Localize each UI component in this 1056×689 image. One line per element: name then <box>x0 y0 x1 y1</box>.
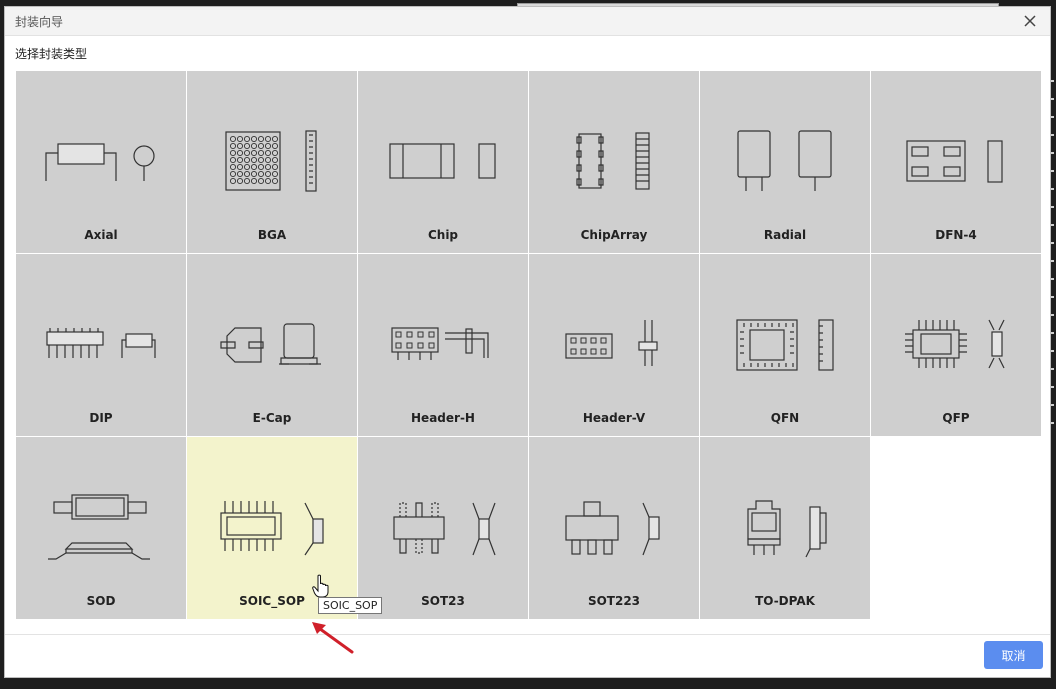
dialog-titlebar: 封装向导 <box>5 7 1050 36</box>
chiparray-package-icon <box>576 132 650 190</box>
package-card-ecap[interactable]: E-Cap <box>187 254 357 436</box>
package-label: BGA <box>257 228 287 242</box>
package-card-qfn[interactable]: QFN <box>700 254 870 436</box>
package-label: DIP <box>89 411 113 425</box>
radial-package-icon <box>737 130 832 191</box>
package-card-header-h[interactable]: Header-H <box>358 254 528 436</box>
package-card-sod[interactable]: SOD <box>16 437 186 619</box>
sot223-package-icon <box>565 501 660 556</box>
package-wizard-dialog: 封装向导 选择封装类型 Axial BGA Chip ChipArray Rad… <box>4 6 1051 678</box>
axial-package-icon <box>45 143 155 181</box>
package-card-bga[interactable]: BGA <box>187 71 357 253</box>
close-icon[interactable] <box>1020 11 1040 31</box>
package-card-chiparray[interactable]: ChipArray <box>529 71 699 253</box>
dfn4-package-icon <box>906 140 1003 183</box>
package-card-soic-sop[interactable]: SOIC_SOP <box>187 437 357 619</box>
package-label: Header-V <box>582 411 646 425</box>
package-card-dip[interactable]: DIP <box>16 254 186 436</box>
hand-pointer-cursor-icon <box>312 574 329 598</box>
package-card-radial[interactable]: Radial <box>700 71 870 253</box>
package-label: DFN-4 <box>935 228 977 242</box>
dialog-subtitle: 选择封装类型 <box>15 47 88 61</box>
bga-package-icon <box>225 130 317 192</box>
package-card-chip[interactable]: Chip <box>358 71 528 253</box>
package-label: SOT23 <box>421 594 465 608</box>
package-card-header-v[interactable]: Header-V <box>529 254 699 436</box>
package-card-to-dpak[interactable]: TO-DPAK <box>700 437 870 619</box>
footer-divider <box>5 634 1050 635</box>
package-label: Header-H <box>411 411 475 425</box>
package-label: Radial <box>763 228 807 242</box>
package-card-axial[interactable]: Axial <box>16 71 186 253</box>
package-label: Axial <box>84 228 118 242</box>
package-label: QFP <box>942 411 970 425</box>
cancel-button[interactable]: 取消 <box>984 641 1043 669</box>
tooltip: SOIC_SOP <box>318 597 383 614</box>
package-label: SOT223 <box>587 594 641 608</box>
package-card-sot23[interactable]: SOT23 <box>358 437 528 619</box>
dip-package-icon <box>46 328 156 358</box>
package-label: E-Cap <box>252 411 292 425</box>
qfp-package-icon <box>905 319 1005 369</box>
sot23-package-icon <box>393 502 496 556</box>
package-label: TO-DPAK <box>755 594 815 608</box>
ecap-package-icon <box>220 323 321 365</box>
package-label: QFN <box>770 411 800 425</box>
to-dpak-package-icon <box>747 500 827 558</box>
dialog-title: 封装向导 <box>15 15 64 29</box>
header-h-package-icon <box>391 327 489 360</box>
header-v-package-icon <box>565 320 658 366</box>
qfn-package-icon <box>736 319 834 371</box>
chip-package-icon <box>389 143 496 179</box>
red-arrow-icon <box>312 622 354 654</box>
package-label: SOD <box>86 594 116 608</box>
package-label: Chip <box>427 228 459 242</box>
package-card-dfn4[interactable]: DFN-4 <box>871 71 1041 253</box>
package-grid: Axial BGA Chip ChipArray Radial DFN-4 DI… <box>16 71 1041 621</box>
package-card-sot223[interactable]: SOT223 <box>529 437 699 619</box>
soic-sop-package-icon <box>220 501 324 556</box>
package-label: ChipArray <box>580 228 648 242</box>
sod-package-icon <box>48 494 150 560</box>
package-card-qfp[interactable]: QFP <box>871 254 1041 436</box>
